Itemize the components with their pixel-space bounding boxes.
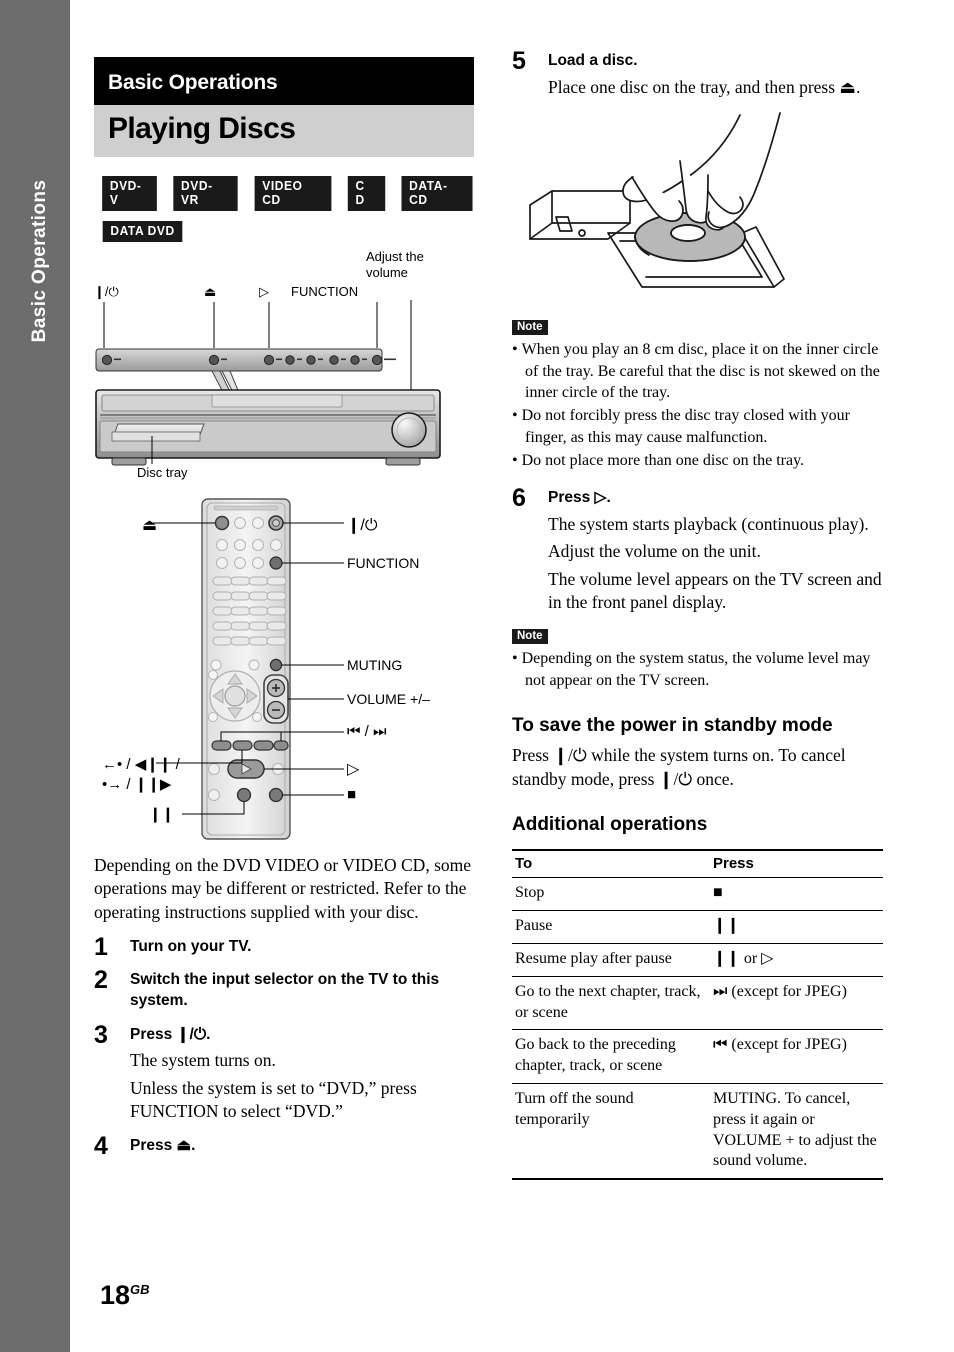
remote-eject-label: ⏏ <box>142 517 158 534</box>
badge-dvd-v: DVD-V <box>102 176 158 211</box>
badge-row-2: DATA DVD <box>101 221 474 242</box>
badge-dvd-vr: DVD-VR <box>173 176 238 211</box>
table-row: Go back to the preceding chapter, track,… <box>512 1029 883 1085</box>
page-title: Playing Discs <box>94 105 474 157</box>
badge-cd: C D <box>347 176 385 211</box>
chapter-header: Basic Operations <box>94 57 474 105</box>
step-3-number: 3 <box>94 1020 108 1049</box>
step-5-number: 5 <box>512 47 526 75</box>
figure-remote-control: ⏏ ❙/⏻ FUNCTION MUTING VOLUME +/– ⏮ / ⏭ ▷… <box>94 493 474 845</box>
front-panel-disc-tray-label: Disc tray <box>137 465 188 480</box>
column-header-press: Press <box>710 849 883 879</box>
intro-paragraph: Depending on the DVD VIDEO or VIDEO CD, … <box>94 855 472 922</box>
step-6-number: 6 <box>512 484 526 513</box>
table-header-row: To Press <box>512 849 883 879</box>
step-2-number: 2 <box>94 966 108 995</box>
front-panel-drawing <box>95 300 441 466</box>
right-column: 5 Load a disc. Place one disc on the tra… <box>512 0 887 1181</box>
badge-video-cd: VIDEO CD <box>254 176 332 211</box>
remote-pause-label: ❙❙ <box>149 806 175 823</box>
table-row: Pause ❙❙ <box>512 910 883 945</box>
column-header-to: To <box>512 849 710 879</box>
manual-page: Basic Operations Playing Discs DVD-V DVD… <box>0 0 954 1352</box>
cell-to: Go to the next chapter, track, or scene <box>512 976 710 1031</box>
remote-muting-label: MUTING <box>347 657 403 673</box>
step-3: 3 Press ❙/⏻. The system turns on. Unless… <box>94 1021 474 1123</box>
step-4: 4 Press ⏏. <box>94 1132 474 1160</box>
cell-press: ■ <box>710 877 883 912</box>
step-6: 6 Press ▷. The system starts playback (c… <box>512 484 887 614</box>
step-1-title: Turn on your TV. <box>130 937 252 955</box>
figure-loading-disc <box>512 105 887 315</box>
step-6-title: Press ▷. <box>548 489 611 507</box>
front-panel-play-label: ▷ <box>259 284 269 299</box>
cell-to: Resume play after pause <box>512 943 710 977</box>
note-disc-item-1: When you play an 8 cm disc, place it on … <box>512 339 887 404</box>
step-1: 1 Turn on your TV. <box>94 933 474 961</box>
cell-to: Pause <box>512 910 710 945</box>
page-number: 18 <box>100 1280 131 1310</box>
note-volume: Note Depending on the system status, the… <box>512 626 887 692</box>
cell-press: MUTING. To cancel, press it again or VOL… <box>710 1083 883 1181</box>
cell-to: Stop <box>512 877 710 912</box>
step-4-title: Press ⏏. <box>130 1137 196 1155</box>
note-volume-list: Depending on the system status, the volu… <box>512 648 887 692</box>
badge-data-cd: DATA-CD <box>401 176 473 211</box>
step-5: 5 Load a disc. Place one disc on the tra… <box>512 47 887 99</box>
step-2-title: Switch the input selector on the TV to t… <box>130 971 440 1010</box>
remote-volume-label: VOLUME +/– <box>347 691 430 707</box>
remote-function-label: FUNCTION <box>347 555 420 571</box>
table-row: Stop ■ <box>512 877 883 912</box>
remote-skip-label: ⏮ / ⏭ <box>347 723 387 740</box>
step-6-body-line-3: The volume level appears on the TV scree… <box>548 568 882 612</box>
step-5-body-line-1: Place one disc on the tray, and then pre… <box>548 76 861 97</box>
loading-disc-drawing <box>529 112 785 288</box>
additional-operations-table: To Press Stop ■ Pause ❙❙ Resume play aft… <box>512 849 883 1181</box>
cell-press: ⏮ (except for JPEG) <box>710 1029 883 1085</box>
cell-to: Turn off the sound temporarily <box>512 1083 710 1181</box>
step-3-title: Press ❙/⏻. <box>130 1025 211 1043</box>
standby-heading: To save the power in standby mode <box>512 714 833 736</box>
note-disc-item-2: Do not forcibly press the disc tray clos… <box>512 405 887 449</box>
page-folio: 18GB <box>100 1280 150 1311</box>
figure-front-panel: ❙/⏻ ⏏ ▷ FUNCTION Adjust the volume Disc … <box>94 249 474 480</box>
page-region: GB <box>130 1282 150 1297</box>
cell-press: ❙❙ or ▷ <box>710 943 883 977</box>
note-volume-item-1: Depending on the system status, the volu… <box>512 648 887 692</box>
remote-play-label: ▷ <box>347 761 360 778</box>
cell-to: Go back to the preceding chapter, track,… <box>512 1029 710 1085</box>
table-row: Turn off the sound temporarily MUTING. T… <box>512 1083 883 1181</box>
standby-body: Press ❙/⏻ while the system turns on. To … <box>512 745 846 789</box>
badge-row-1: DVD-V DVD-VR VIDEO CD C D DATA-CD <box>101 176 474 211</box>
badge-data-dvd: DATA DVD <box>102 221 183 242</box>
cell-press: ❙❙ <box>710 910 883 945</box>
note-tag-volume: Note <box>512 629 548 645</box>
front-panel-function-label: FUNCTION <box>291 284 359 299</box>
remote-scan-label-line1: ←• / ◀❙❙ / <box>102 756 180 773</box>
note-disc-item-3: Do not place more than one disc on the t… <box>512 450 887 472</box>
step-6-body-line-1: The system starts playback (continuous p… <box>548 513 869 534</box>
remote-scan-label-line2: •→ / ❙❙▶ <box>102 776 172 793</box>
note-tag: Note <box>512 319 548 335</box>
note-disc-handling: Note When you play an 8 cm disc, place i… <box>512 317 887 472</box>
step-5-title: Load a disc. <box>548 52 638 69</box>
front-panel-volume-label: Adjust the volume <box>366 249 424 281</box>
step-4-number: 4 <box>94 1132 108 1161</box>
step-3-body-line-2: Unless the system is set to “DVD,” press… <box>130 1077 417 1121</box>
step-2: 2 Switch the input selector on the TV to… <box>94 966 474 1011</box>
step-3-body-line-1: The system turns on. <box>130 1050 276 1071</box>
note-disc-list: When you play an 8 cm disc, place it on … <box>512 339 887 472</box>
disc-type-badges: DVD-V DVD-VR VIDEO CD C D DATA-CD DATA D… <box>94 176 474 242</box>
table-row: Go to the next chapter, track, or scene … <box>512 976 883 1031</box>
table-row: Resume play after pause ❙❙ or ▷ <box>512 943 883 977</box>
remote-stop-label: ■ <box>347 786 357 803</box>
front-panel-power-label: ❙/⏻ <box>94 284 119 299</box>
step-6-body-line-2: Adjust the volume on the unit. <box>548 541 761 562</box>
cell-press: ⏭ (except for JPEG) <box>710 976 883 1031</box>
step-1-number: 1 <box>94 932 108 961</box>
additional-operations-heading: Additional operations <box>512 813 708 835</box>
left-column: Basic Operations Playing Discs DVD-V DVD… <box>94 0 474 1160</box>
front-panel-eject-label: ⏏ <box>204 284 217 299</box>
remote-power-label: ❙/⏻ <box>347 517 378 534</box>
